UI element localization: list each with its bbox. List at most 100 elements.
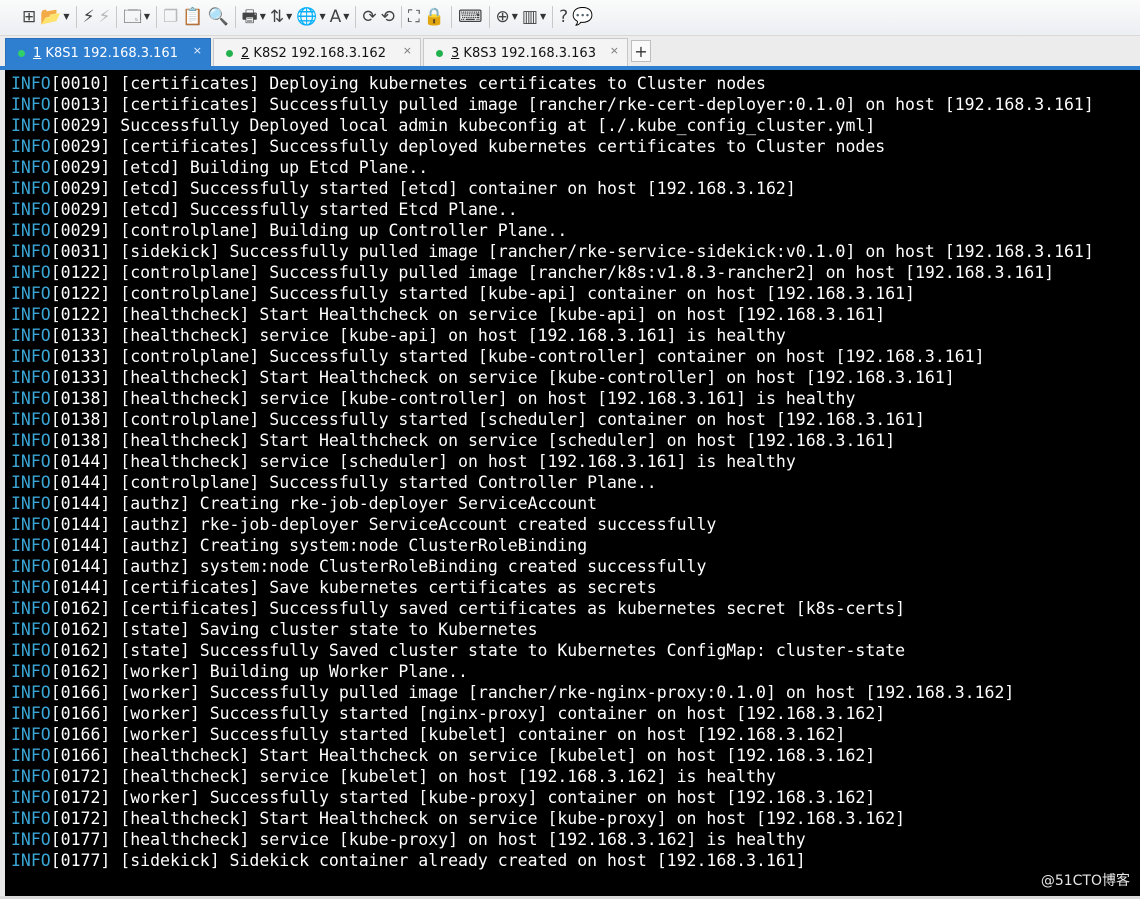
log-message: [0029] [certificates] Successfully deplo…	[50, 137, 886, 156]
font-icon: A	[329, 6, 342, 27]
log-message: [0177] [sidekick] Sidekick container alr…	[50, 851, 806, 870]
tab-label: 1 K8S1 192.168.3.161	[33, 46, 178, 61]
tab-k8s3[interactable]: 3 K8S3 192.168.3.163 ×	[423, 38, 628, 67]
add-tab-button[interactable]: +	[631, 40, 651, 62]
terminal-line: INFO[0172] [healthcheck] Start Healthche…	[11, 808, 1094, 829]
paste-button[interactable]: 📋	[182, 4, 203, 30]
log-message: [0172] [healthcheck] Start Healthcheck o…	[50, 809, 906, 828]
log-level: INFO	[11, 305, 51, 324]
log-level: INFO	[11, 578, 51, 597]
fullscreen-button[interactable]: ⛶	[408, 4, 420, 30]
log-level: INFO	[11, 74, 51, 93]
log-level: INFO	[11, 95, 51, 114]
log-message: [0029] [controlplane] Building up Contro…	[50, 221, 568, 240]
chevron-down-icon[interactable]: ▼	[286, 13, 292, 21]
chevron-down-icon[interactable]: ▼	[512, 13, 518, 21]
terminal-output[interactable]: INFO [0010] [certificates] Deploying kube…	[5, 70, 1140, 896]
find-button[interactable]: 🔍	[207, 4, 228, 30]
close-tab-icon[interactable]: ×	[193, 44, 202, 57]
open-folder-icon: 📂	[40, 6, 62, 27]
connected-status-icon	[436, 49, 443, 57]
chevron-down-icon[interactable]: ▼	[343, 13, 349, 21]
toolbar-separator	[355, 6, 357, 28]
script-button[interactable]: ⟳	[362, 4, 376, 30]
connected-status-icon	[18, 49, 25, 57]
terminal-line: INFO[0166] [worker] Successfully started…	[11, 703, 1094, 724]
macro-button[interactable]: ⟲	[381, 4, 395, 30]
log-level: INFO	[11, 431, 51, 450]
connect-button[interactable]: ⚡	[83, 4, 95, 30]
session-tab-bar: 1 K8S1 192.168.3.161 × 2 K8S2 192.168.3.…	[0, 35, 1140, 67]
terminal-line: INFO[0144] [authz] system:node ClusterRo…	[11, 556, 1094, 577]
log-level: INFO	[11, 284, 51, 303]
log-message: [0162] [certificates] Successfully saved…	[50, 599, 906, 618]
log-message: [0166] [worker] Successfully started [ku…	[50, 725, 846, 744]
log-message: [0029] [etcd] Building up Etcd Plane..	[50, 158, 429, 177]
connected-status-icon	[226, 49, 233, 57]
chat-button[interactable]: 💬	[572, 4, 593, 30]
macro-icon: ⟲	[380, 6, 395, 27]
new-tab-button[interactable]: ⊕ ▼	[496, 4, 518, 30]
terminal-line: INFO[0144] [certificates] Save kubernete…	[11, 577, 1094, 598]
log-level: INFO	[11, 620, 51, 639]
help-button[interactable]: ?	[559, 4, 568, 30]
log-message: [0133] [controlplane] Successfully start…	[50, 347, 985, 366]
close-tab-icon[interactable]: ×	[403, 44, 412, 57]
log-level: INFO	[11, 599, 51, 618]
terminal-line: INFO[0122] [controlplane] Successfully p…	[11, 262, 1094, 283]
lock-button[interactable]: 🔒	[424, 4, 445, 30]
log-level: INFO	[11, 263, 51, 282]
chevron-down-icon[interactable]: ▼	[260, 13, 266, 21]
chevron-down-icon[interactable]: ▼	[540, 13, 546, 21]
globe-button[interactable]: 🌐 ▼	[296, 4, 325, 30]
new-session-icon: ⊞	[22, 6, 37, 27]
transfer-icon: ⇅	[269, 6, 285, 27]
print-button[interactable]: 🖶 ▼	[242, 4, 266, 30]
disconnect-icon: ⚡	[98, 6, 111, 27]
log-level: INFO	[11, 494, 51, 513]
log-level: INFO	[11, 221, 51, 240]
terminal-line: INFO[0166] [worker] Successfully started…	[11, 724, 1094, 745]
new-window-button[interactable]: 🗔 ▼	[123, 4, 150, 30]
help-icon: ?	[559, 6, 569, 27]
log-level: INFO	[11, 179, 51, 198]
log-level: INFO	[11, 536, 51, 555]
log-level: INFO	[11, 557, 51, 576]
keyboard-button[interactable]: ⌨	[458, 4, 483, 30]
log-level: INFO	[11, 347, 51, 366]
terminal-line: INFO[0177] [healthcheck] service [kube-p…	[11, 829, 1094, 850]
chevron-down-icon[interactable]: ▼	[63, 13, 69, 21]
connect-icon: ⚡	[82, 6, 95, 27]
close-tab-icon[interactable]: ×	[610, 44, 619, 57]
copy-icon: ❐	[163, 6, 179, 27]
terminal-line: INFO[0144] [authz] Creating rke-job-depl…	[11, 493, 1094, 514]
log-message: [0013] [certificates] Successfully pulle…	[50, 95, 1094, 114]
open-folder-button[interactable]: 📂 ▼	[40, 4, 69, 30]
chevron-down-icon[interactable]: ▼	[319, 13, 325, 21]
terminal-line: INFO[0013] [certificates] Successfully p…	[11, 94, 1094, 115]
new-session-button[interactable]: ⊞	[22, 4, 36, 30]
log-level: INFO	[11, 200, 51, 219]
watermark: @51CTO博客	[1040, 873, 1130, 889]
terminal-line: INFO[0029] [controlplane] Building up Co…	[11, 220, 1094, 241]
tab-k8s2[interactable]: 2 K8S2 192.168.3.162 ×	[213, 38, 421, 67]
font-button[interactable]: A ▼	[330, 4, 350, 30]
terminal-line: INFO[0122] [controlplane] Successfully s…	[11, 283, 1094, 304]
log-level: INFO	[11, 641, 51, 660]
transfer-button[interactable]: ⇅ ▼	[270, 4, 292, 30]
layout-button[interactable]: ▥ ▼	[522, 4, 546, 30]
tab-k8s1[interactable]: 1 K8S1 192.168.3.161 ×	[5, 38, 211, 67]
tab-label: 2 K8S2 192.168.3.162	[241, 46, 386, 61]
terminal-line: INFO[0138] [healthcheck] Start Healthche…	[11, 430, 1094, 451]
terminal-line: INFO[0162] [certificates] Successfully s…	[11, 598, 1094, 619]
copy-button[interactable]: ❐	[163, 4, 178, 30]
script-icon: ⟳	[362, 6, 377, 27]
log-level: INFO	[11, 389, 51, 408]
chevron-down-icon[interactable]: ▼	[144, 13, 150, 21]
log-message: [0029] [etcd] Successfully started Etcd …	[50, 200, 518, 219]
disconnect-button[interactable]: ⚡	[99, 4, 111, 30]
new-window-icon: 🗔	[123, 6, 142, 27]
toolbar-separator	[400, 6, 402, 28]
log-message: [0166] [healthcheck] Start Healthcheck o…	[50, 746, 876, 765]
toolbar-separator	[156, 6, 158, 28]
